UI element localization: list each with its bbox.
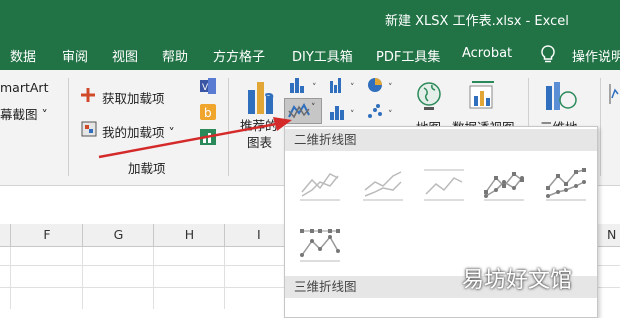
section-3d-line-label: 三维折线图 [294, 279, 357, 294]
section-2d-line: 二维折线图 [285, 129, 597, 151]
line-chart-dropdown-button[interactable]: ˅ [284, 98, 322, 124]
line-chart-icon [287, 101, 311, 125]
tell-me-search[interactable]: 操作说明 [572, 46, 620, 65]
histogram-chart-icon[interactable]: ˅ [328, 102, 360, 126]
group-divider [600, 78, 601, 176]
section-2d-line-label: 二维折线图 [294, 132, 357, 147]
column-header-h[interactable]: H [153, 224, 225, 246]
svg-text:˅: ˅ [350, 83, 355, 93]
visio-icon[interactable]: V [199, 77, 217, 99]
tab-acrobat[interactable]: Acrobat [462, 46, 512, 61]
gridline [82, 247, 83, 309]
tab-pdf-tools[interactable]: PDF工具集 [376, 46, 440, 65]
svg-text:˅: ˅ [312, 83, 317, 93]
my-addins-icon [80, 121, 98, 141]
tab-data[interactable]: 数据 [10, 46, 36, 65]
window-title: 新建 XLSX 工作表.xlsx - Excel [385, 14, 569, 29]
watermark: 易坊好文馆 [462, 268, 573, 293]
chart-option-100-stacked-line[interactable] [422, 164, 466, 204]
svg-text:˅: ˅ [388, 83, 393, 93]
title-bar: 新建 XLSX 工作表.xlsx - Excel [0, 0, 620, 38]
group-divider [68, 78, 69, 176]
screenshot-button[interactable]: 幕截图 ˅ [0, 104, 48, 123]
chart-option-line[interactable] [298, 164, 342, 204]
chart-option-stacked-line-with-markers[interactable] [544, 164, 588, 204]
lightbulb-icon [540, 45, 556, 69]
gridline [10, 247, 11, 309]
svg-text:b: b [204, 106, 212, 120]
column-chart-icon[interactable]: ˅ [328, 75, 360, 99]
pivotchart-icon [468, 78, 500, 120]
tab-help[interactable]: 帮助 [162, 46, 188, 65]
tab-review[interactable]: 审阅 [62, 46, 88, 65]
smartart-button[interactable]: martArt [0, 80, 48, 95]
svg-text:˅: ˅ [388, 110, 393, 120]
my-addins-label: 我的加载项 [102, 125, 165, 140]
svg-text:V: V [202, 83, 209, 93]
addins-group-label: 加载项 [128, 161, 166, 176]
sparkline-icon[interactable] [608, 82, 620, 110]
recommended-charts-icon: ? [246, 76, 280, 120]
my-addins-button[interactable]: 我的加载项 ˅ [102, 122, 175, 141]
tab-view[interactable]: 视图 [112, 46, 138, 65]
globe-icon [414, 80, 444, 118]
plus-icon [80, 87, 96, 107]
chart-option-100-stacked-line-with-markers[interactable] [298, 225, 342, 265]
chevron-down-icon: ˅ [311, 103, 316, 113]
bar-chart-icon[interactable]: ˅ [288, 75, 324, 99]
get-addins-button[interactable]: 获取加载项 [102, 88, 165, 107]
3dmap-icon [544, 80, 578, 118]
tab-fangfang[interactable]: 方方格子 [213, 46, 265, 65]
screenshot-label: 幕截图 [0, 107, 38, 122]
svg-text:?: ? [264, 90, 274, 111]
chart-option-stacked-line[interactable] [361, 164, 405, 204]
column-header-f[interactable]: F [10, 224, 83, 246]
menu-bar: 数据 审阅 视图 帮助 方方格子 DIY工具箱 PDF工具集 Acrobat 操… [0, 38, 620, 70]
column-header-n[interactable]: N [596, 224, 620, 246]
svg-text:˅: ˅ [350, 110, 355, 120]
column-header-g[interactable]: G [82, 224, 154, 246]
people-graph-icon[interactable] [199, 128, 217, 150]
chart-option-line-with-markers[interactable] [482, 164, 526, 204]
gridline [224, 247, 225, 309]
column-header-i[interactable]: I [224, 224, 284, 246]
group-divider [228, 78, 229, 176]
gridline [153, 247, 154, 309]
pie-chart-icon[interactable]: ˅ [366, 75, 398, 99]
recommended-charts-label: 图表 [247, 135, 273, 150]
scatter-chart-icon[interactable]: ˅ [366, 102, 398, 126]
bing-icon[interactable]: b [199, 103, 217, 125]
tab-diy-toolbox[interactable]: DIY工具箱 [292, 46, 353, 65]
